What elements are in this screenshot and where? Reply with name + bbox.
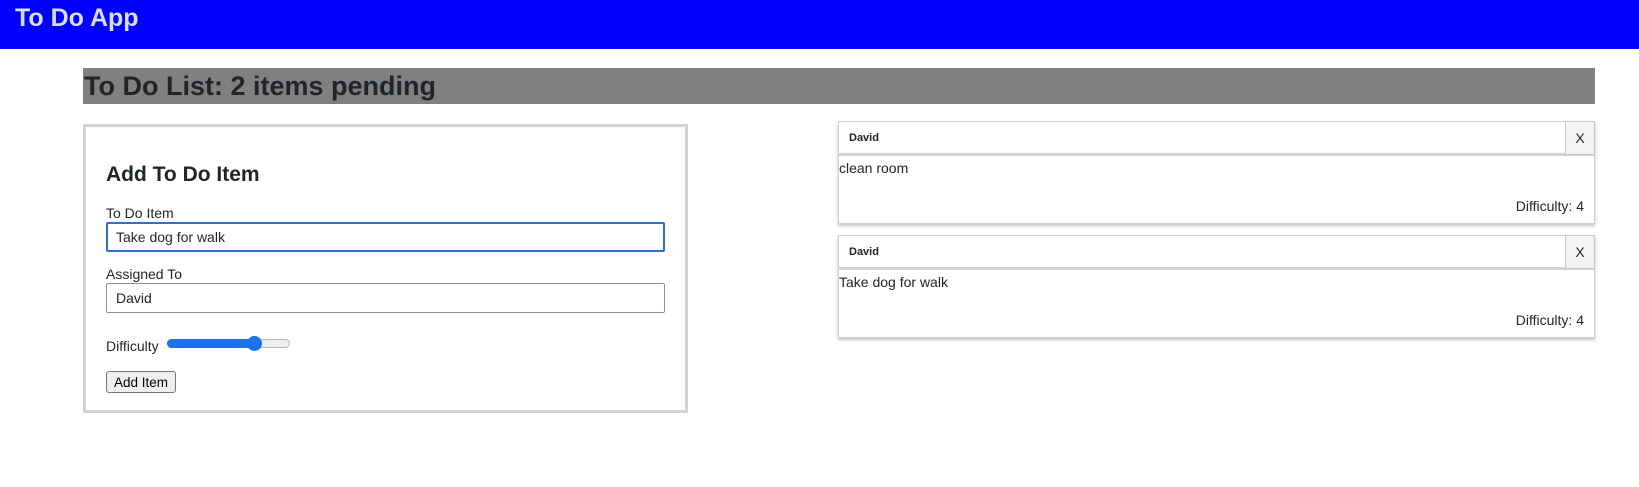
assigned-to-label: Assigned To <box>106 266 183 282</box>
todo-text: clean room <box>839 160 909 176</box>
todo-item-input[interactable] <box>106 222 665 252</box>
app-header: To Do App <box>0 0 1639 49</box>
app-title: To Do App <box>15 4 139 32</box>
todo-text: Take dog for walk <box>839 274 948 290</box>
pending-count-heading: To Do List: 2 items pending <box>84 71 437 101</box>
difficulty-slider-thumb[interactable] <box>247 336 262 351</box>
assigned-to-input[interactable] <box>106 283 665 313</box>
todo-assignee: David <box>849 132 879 144</box>
todo-difficulty: Difficulty: 4 <box>1515 198 1584 214</box>
difficulty-slider-fill <box>167 339 254 348</box>
difficulty-slider[interactable] <box>167 336 290 351</box>
todo-card: David X Take dog for walk Difficulty: 4 <box>838 235 1595 338</box>
todo-difficulty: Difficulty: 4 <box>1515 312 1584 328</box>
delete-todo-button[interactable]: X <box>1565 121 1595 155</box>
todo-assignee: David <box>849 246 879 258</box>
list-heading-bar: To Do List: 2 items pending <box>83 68 1595 104</box>
add-item-button[interactable]: Add Item <box>106 371 177 393</box>
add-todo-form: Add To Do Item To Do Item Assigned To Di… <box>83 124 688 413</box>
delete-todo-button[interactable]: X <box>1565 235 1595 269</box>
form-title: Add To Do Item <box>106 163 260 186</box>
todo-item-label: To Do Item <box>106 205 174 221</box>
todo-card: David X clean room Difficulty: 4 <box>838 121 1595 224</box>
todo-card-header: David X <box>839 121 1595 156</box>
difficulty-label: Difficulty <box>106 338 159 354</box>
todo-card-header: David X <box>839 235 1595 270</box>
